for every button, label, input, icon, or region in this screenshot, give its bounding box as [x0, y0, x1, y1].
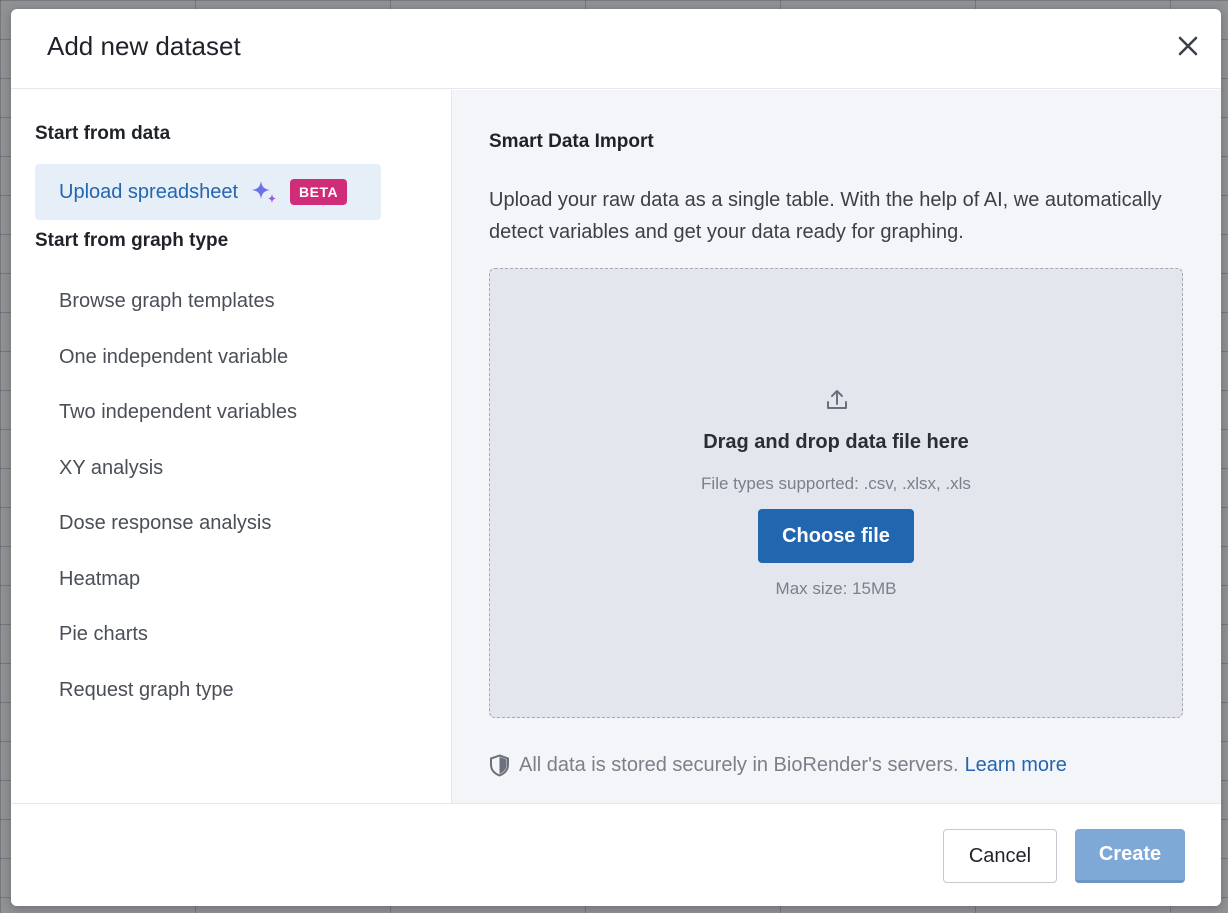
sidebar-item-browse-graph-templates[interactable]: Browse graph templates: [59, 290, 275, 313]
dialog-title: Add new dataset: [47, 31, 241, 61]
create-button[interactable]: Create: [1075, 829, 1185, 883]
add-dataset-dialog: Add new dataset Start from data Upload s…: [11, 9, 1221, 906]
sidebar-item-two-independent-variables[interactable]: Two independent variables: [59, 401, 297, 424]
close-icon: [1178, 36, 1198, 56]
dropzone-title: Drag and drop data file here: [703, 431, 969, 453]
beta-badge: BETA: [290, 179, 348, 205]
sidebar: Start from data Upload spreadsheet BETA …: [11, 90, 452, 803]
smart-data-import-title: Smart Data Import: [489, 131, 654, 152]
cancel-button[interactable]: Cancel: [943, 829, 1057, 883]
sidebar-item-one-independent-variable[interactable]: One independent variable: [59, 346, 288, 369]
max-file-size: Max size: 15MB: [775, 579, 897, 598]
sidebar-item-xy-analysis[interactable]: XY analysis: [59, 457, 163, 480]
dialog-body: Start from data Upload spreadsheet BETA …: [11, 90, 1221, 803]
shield-icon: [489, 754, 510, 777]
learn-more-link[interactable]: Learn more: [965, 754, 1067, 777]
security-notice: All data is stored securely in BioRender…: [489, 754, 1067, 777]
dialog-header: Add new dataset: [11, 9, 1221, 89]
upload-spreadsheet-label: Upload spreadsheet: [59, 180, 239, 203]
start-from-graph-type-heading: Start from graph type: [35, 230, 229, 251]
sidebar-item-pie-charts[interactable]: Pie charts: [59, 623, 148, 646]
file-dropzone[interactable]: Drag and drop data file here File types …: [489, 268, 1183, 718]
sidebar-item-dose-response-analysis[interactable]: Dose response analysis: [59, 512, 271, 535]
sidebar-item-heatmap[interactable]: Heatmap: [59, 568, 140, 591]
upload-icon: [827, 390, 847, 409]
dialog-footer: Cancel Create: [11, 803, 1221, 906]
sidebar-item-request-graph-type[interactable]: Request graph type: [59, 679, 234, 702]
main-content: Smart Data Import Upload your raw data a…: [452, 90, 1221, 803]
choose-file-button[interactable]: Choose file: [758, 509, 914, 563]
smart-data-import-description: Upload your raw data as a single table. …: [489, 189, 1162, 243]
sidebar-item-upload-spreadsheet[interactable]: Upload spreadsheet BETA: [35, 164, 381, 220]
sparkle-icon: [250, 179, 278, 205]
close-button[interactable]: [1171, 29, 1205, 63]
security-text: All data is stored securely in BioRender…: [519, 754, 959, 776]
start-from-data-heading: Start from data: [35, 123, 171, 144]
supported-file-types: File types supported: .csv, .xlsx, .xls: [701, 474, 971, 493]
